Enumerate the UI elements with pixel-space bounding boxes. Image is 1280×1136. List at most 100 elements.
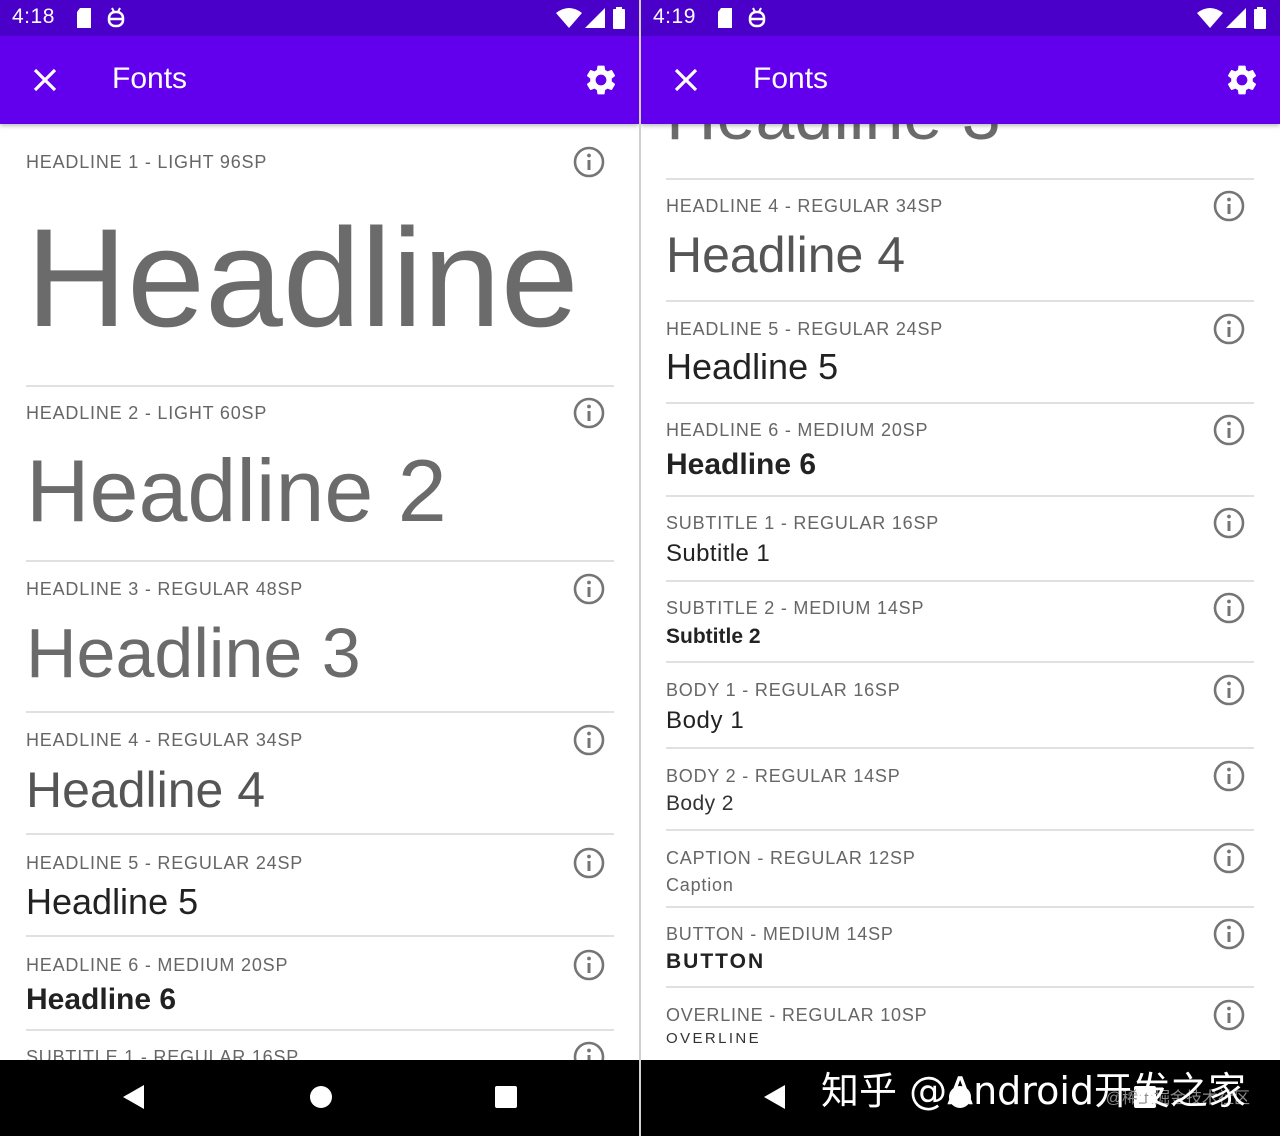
info-icon[interactable]: [572, 145, 606, 179]
font-style-label: BODY 1 - REGULAR 16SP: [666, 680, 901, 700]
info-icon[interactable]: [1212, 189, 1246, 223]
status-bar: 4:19: [641, 0, 1280, 36]
font-list[interactable]: HEADLINE 1 - LIGHT 96SP Headline HEADLIN…: [0, 124, 639, 1060]
info-icon[interactable]: [1212, 673, 1246, 707]
font-row-headline-6: HEADLINE 6 - MEDIUM 20SP Headline 6: [26, 937, 614, 1031]
font-style-label: BODY 2 - REGULAR 14SP: [666, 766, 901, 786]
sd-card-icon: [718, 8, 732, 28]
font-sample-text: Headline 4: [26, 762, 266, 818]
font-sample-text: Body 1: [666, 707, 745, 734]
font-style-label: CAPTION - REGULAR 12SP: [666, 848, 916, 868]
font-sample-text: Headline 5: [666, 346, 839, 387]
info-icon[interactable]: [1212, 506, 1246, 540]
app-bar: Fonts: [0, 36, 639, 124]
back-triangle-icon[interactable]: [761, 1082, 789, 1112]
back-triangle-icon[interactable]: [120, 1082, 148, 1112]
gear-icon[interactable]: [1224, 62, 1260, 98]
font-sample-text: Subtitle 2: [666, 625, 761, 648]
info-icon[interactable]: [572, 1040, 606, 1060]
font-row-headline-6: HEADLINE 6 - MEDIUM 20SP Headline 6: [666, 404, 1254, 497]
info-icon[interactable]: [1212, 312, 1246, 346]
info-icon[interactable]: [1212, 759, 1246, 793]
font-style-label: HEADLINE 1 - LIGHT 96SP: [26, 152, 268, 172]
watermark-text: 知乎 @Android开发之家: [821, 1069, 1246, 1113]
debug-icon: [107, 7, 125, 28]
font-row-headline-3: HEADLINE 3 - REGULAR 48SP Headline 3: [26, 562, 614, 713]
info-icon[interactable]: [1212, 591, 1246, 625]
font-row-headline-2: HEADLINE 2 - LIGHT 60SP Headline 2: [26, 387, 614, 562]
info-icon[interactable]: [572, 723, 606, 757]
font-style-label: OVERLINE - REGULAR 10SP: [666, 1005, 928, 1025]
status-time: 4:18: [12, 5, 55, 28]
font-row-subtitle-1: SUBTITLE 1 - REGULAR 16SP Subtitle 1: [666, 497, 1254, 582]
phone-screen-right: 4:19 Fonts HEADLINE 4 - REGULAR 34SP Hea…: [641, 0, 1280, 1136]
font-row-body-2: BODY 2 - REGULAR 14SP Body 2: [666, 749, 1254, 831]
font-style-label: HEADLINE 5 - REGULAR 24SP: [26, 853, 304, 873]
font-style-label: HEADLINE 6 - MEDIUM 20SP: [26, 955, 289, 975]
font-sample-text: Headline 6: [666, 448, 817, 481]
font-row-button: BUTTON - MEDIUM 14SP BUTTON: [666, 908, 1254, 988]
sd-card-icon: [77, 8, 91, 28]
battery-icon: [1254, 7, 1266, 29]
cellular-signal-icon: [1226, 8, 1246, 28]
font-row-headline-3: Headline 3: [666, 124, 1254, 180]
font-sample-text: BUTTON: [666, 950, 766, 973]
debug-icon: [748, 7, 766, 28]
font-style-label: HEADLINE 6 - MEDIUM 20SP: [666, 420, 929, 440]
font-row-subtitle-2: SUBTITLE 2 - MEDIUM 14SP Subtitle 2: [666, 582, 1254, 663]
info-icon[interactable]: [572, 396, 606, 430]
font-row-headline-5: HEADLINE 5 - REGULAR 24SP Headline 5: [666, 302, 1254, 404]
info-icon[interactable]: [1212, 998, 1246, 1032]
font-sample-text: Headline 3: [666, 124, 1001, 150]
font-sample-text: Headline 4: [666, 227, 906, 283]
font-row-headline-5: HEADLINE 5 - REGULAR 24SP Headline 5: [26, 835, 614, 937]
home-circle-icon[interactable]: [307, 1082, 335, 1112]
font-style-label: HEADLINE 4 - REGULAR 34SP: [26, 730, 304, 750]
font-sample-text: Headline 3: [26, 614, 361, 692]
font-list[interactable]: Headline 3 HEADLINE 4 - REGULAR 34SP Hea…: [641, 124, 1280, 1060]
font-sample-text: Headline 6: [26, 983, 177, 1016]
navigation-bar: [0, 1060, 639, 1136]
info-icon[interactable]: [572, 846, 606, 880]
font-sample-text: Headline: [26, 199, 579, 356]
font-style-label: HEADLINE 5 - REGULAR 24SP: [666, 319, 944, 339]
font-sample-text: Body 2: [666, 792, 734, 815]
info-icon[interactable]: [572, 948, 606, 982]
font-sample-text: OVERLINE: [666, 1030, 762, 1047]
phone-screen-left: 4:18 Fonts HEADLINE 1 - LIGHT 96SP Headl…: [0, 0, 639, 1136]
status-bar: 4:18: [0, 0, 639, 36]
font-row-overline: OVERLINE - REGULAR 10SP OVERLINE: [666, 988, 1254, 1060]
font-row-headline-4: HEADLINE 4 - REGULAR 34SP Headline 4: [26, 713, 614, 835]
font-style-label: HEADLINE 3 - REGULAR 48SP: [26, 579, 304, 599]
font-row-headline-1: HEADLINE 1 - LIGHT 96SP Headline: [26, 124, 614, 387]
font-style-label: SUBTITLE 1 - REGULAR 16SP: [666, 513, 940, 533]
battery-icon: [613, 7, 625, 29]
status-time: 4:19: [653, 5, 696, 28]
font-row-subtitle-1: SUBTITLE 1 - REGULAR 16SP: [26, 1031, 614, 1060]
cellular-signal-icon: [585, 8, 605, 28]
app-bar-title: Fonts: [112, 62, 188, 95]
wifi-icon: [1197, 8, 1223, 28]
font-sample-text: Headline 5: [26, 881, 199, 922]
app-bar: Fonts: [641, 36, 1280, 124]
info-icon[interactable]: [572, 572, 606, 606]
recents-square-icon[interactable]: [492, 1082, 520, 1112]
font-style-label: SUBTITLE 1 - REGULAR 16SP: [26, 1047, 300, 1060]
app-bar-title: Fonts: [753, 62, 829, 95]
info-icon[interactable]: [1212, 917, 1246, 951]
font-style-label: SUBTITLE 2 - MEDIUM 14SP: [666, 598, 925, 618]
font-sample-text: Headline 2: [26, 441, 447, 540]
font-row-body-1: BODY 1 - REGULAR 16SP Body 1: [666, 663, 1254, 749]
font-sample-text: Subtitle 1: [666, 540, 771, 567]
info-icon[interactable]: [1212, 413, 1246, 447]
font-style-label: HEADLINE 2 - LIGHT 60SP: [26, 403, 268, 423]
wifi-icon: [556, 8, 582, 28]
font-style-label: HEADLINE 4 - REGULAR 34SP: [666, 196, 944, 216]
font-row-caption: CAPTION - REGULAR 12SP Caption: [666, 831, 1254, 908]
close-icon[interactable]: [669, 63, 703, 97]
close-icon[interactable]: [28, 63, 62, 97]
font-row-headline-4: HEADLINE 4 - REGULAR 34SP Headline 4: [666, 180, 1254, 302]
gear-icon[interactable]: [583, 62, 619, 98]
font-sample-text: Caption: [666, 875, 734, 895]
info-icon[interactable]: [1212, 841, 1246, 875]
